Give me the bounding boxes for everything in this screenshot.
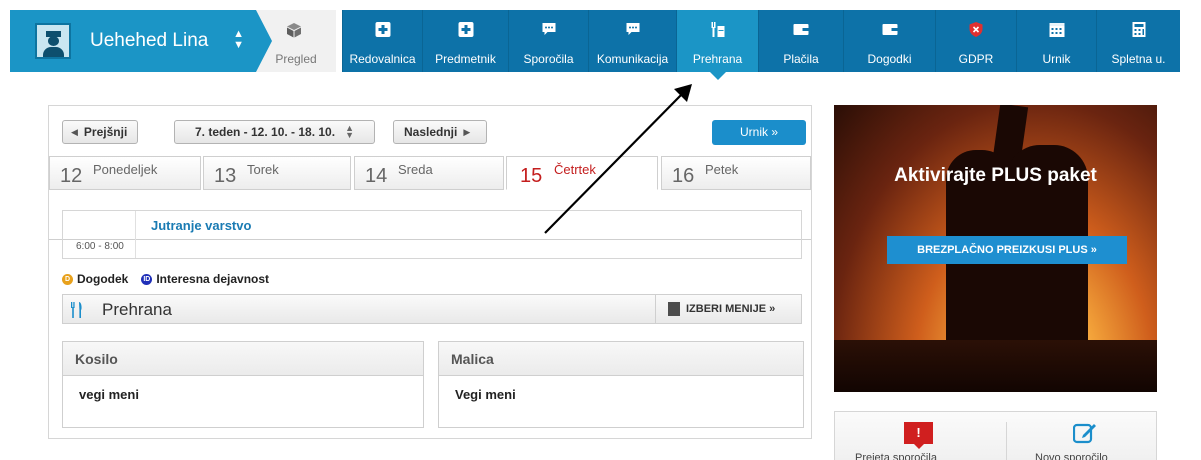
dogodek-badge-icon: D <box>62 273 73 285</box>
legend: D Dogodek ID Interesna dejavnost <box>62 272 269 286</box>
fork-knife-icon <box>71 302 82 318</box>
tab-monday[interactable]: 12 Ponedeljek <box>49 156 201 190</box>
nav-label: Komunikacija <box>596 52 669 66</box>
day-name: Ponedeljek <box>93 162 158 177</box>
prehrana-title: Prehrana <box>102 300 172 319</box>
nav-item-redovalnica[interactable]: Redovalnica <box>342 10 422 72</box>
calendar-icon <box>1049 23 1064 37</box>
nav-label: Sporočila <box>523 52 574 66</box>
nav-label: Spletna u. <box>1111 52 1166 66</box>
day-number: 13 <box>214 165 237 187</box>
legend-interesna: Interesna dejavnost <box>156 272 270 286</box>
plus-square-icon <box>375 22 390 37</box>
nav-label: Plačila <box>783 52 819 66</box>
nav-item-spletna-ucilnica[interactable]: Spletna u. <box>1096 10 1180 72</box>
day-name: Petek <box>705 162 739 177</box>
ad-title: Aktivirajte PLUS paket <box>894 165 1097 186</box>
tab-wednesday[interactable]: 14 Sreda <box>354 156 504 190</box>
tab-tuesday[interactable]: 13 Torek <box>203 156 351 190</box>
main-nav: Redovalnica Predmetnik Sporočila Komunik… <box>342 10 1180 80</box>
student-avatar-icon <box>35 23 71 59</box>
plus-ad-banner[interactable]: Aktivirajte PLUS paket BREZPLAČNO PREIZK… <box>834 105 1157 392</box>
meal-value: vegi meni <box>79 387 139 402</box>
nav-item-predmetnik[interactable]: Predmetnik <box>422 10 508 72</box>
day-tabs: 12 Ponedeljek 13 Torek 14 Sreda 15 Četrt… <box>49 156 811 240</box>
nav-label: GDPR <box>958 52 994 66</box>
nav-label: Predmetnik <box>435 52 496 66</box>
plus-square-icon <box>458 22 473 37</box>
nav-label: Dogodki <box>867 52 912 66</box>
chat-bubble-icon <box>626 23 639 35</box>
day-number: 15 <box>520 165 543 187</box>
tab-thursday[interactable]: 15 Četrtek <box>506 156 658 190</box>
quick-actions: ! Prejeta sporočila Novo sporočilo <box>834 411 1157 460</box>
try-plus-button[interactable]: BREZPLAČNO PREIZKUSI PLUS » <box>887 236 1127 264</box>
cube-icon <box>287 23 301 38</box>
nav-label: Prehrana <box>692 52 743 66</box>
edit-icon[interactable] <box>1073 422 1097 444</box>
received-messages-icon[interactable]: ! <box>904 422 933 449</box>
prehrana-header: Prehrana IZBERI MENIJE » <box>62 294 802 324</box>
nav-item-placila[interactable]: Plačila <box>758 10 843 72</box>
wallet-icon <box>882 24 897 35</box>
caret-right-icon: ▶ <box>463 126 471 137</box>
ad-ground <box>834 340 1157 392</box>
event-time-column: 6:00 - 8:00 <box>63 211 136 258</box>
calculator-icon <box>1132 22 1145 37</box>
divider <box>1006 422 1007 460</box>
meal-value: Vegi meni <box>455 387 516 402</box>
event-time: 6:00 - 8:00 <box>76 241 124 252</box>
active-caret <box>709 72 726 80</box>
food-icon <box>711 22 724 37</box>
urnik-button[interactable]: Urnik » <box>712 120 806 145</box>
choose-menu-label: IZBERI MENIJE » <box>686 303 776 315</box>
menu-book-icon <box>668 302 680 316</box>
nav-label: Pregled <box>275 52 317 66</box>
day-number: 16 <box>672 165 695 187</box>
meal-header: Kosilo <box>63 342 423 376</box>
day-schedule-panel: ◀ Prejšnji 7. teden - 12. 10. - 18. 10. … <box>48 105 812 439</box>
user-name: Uehehed Lina <box>90 30 209 51</box>
nav-label: Urnik <box>1042 52 1071 66</box>
wallet-icon <box>793 24 809 35</box>
nav-item-pregled[interactable]: Pregled <box>256 10 336 72</box>
nav-item-komunikacija[interactable]: Komunikacija <box>588 10 676 72</box>
switch-user-icon[interactable]: ▲ ▼ <box>233 29 244 51</box>
meal-header: Malica <box>439 342 803 376</box>
top-navigation: Uehehed Lina ▲ ▼ Pregled Redovalnica Pred… <box>0 0 1201 80</box>
event-title[interactable]: Jutranje varstvo <box>151 218 251 233</box>
meal-card-kosilo: Kosilo vegi meni <box>62 341 424 428</box>
interesna-badge-icon: ID <box>141 273 153 285</box>
received-messages-label[interactable]: Prejeta sporočila <box>855 452 937 460</box>
meal-card-malica: Malica Vegi meni <box>438 341 804 428</box>
schedule-event[interactable]: 6:00 - 8:00 Jutranje varstvo <box>62 210 802 259</box>
day-number: 12 <box>60 165 83 187</box>
next-label: Naslednji <box>404 125 458 139</box>
nav-item-dogodki[interactable]: Dogodki <box>843 10 935 72</box>
nav-item-gdpr[interactable]: GDPR <box>935 10 1016 72</box>
previous-label: Prejšnji <box>83 125 128 139</box>
day-name: Sreda <box>398 162 433 177</box>
tab-friday[interactable]: 16 Petek <box>661 156 811 190</box>
new-message-label[interactable]: Novo sporočilo <box>1035 452 1108 460</box>
week-select[interactable]: 7. teden - 12. 10. - 18. 10. ▲ ▼ <box>174 120 375 144</box>
nav-item-prehrana[interactable]: Prehrana <box>676 10 758 80</box>
caret-left-icon: ◀ <box>71 126 78 137</box>
week-label: 7. teden - 12. 10. - 18. 10. <box>195 125 336 139</box>
nav-item-urnik[interactable]: Urnik <box>1016 10 1096 72</box>
previous-week-button[interactable]: ◀ Prejšnji <box>62 120 138 144</box>
day-name: Četrtek <box>554 162 596 177</box>
day-number: 14 <box>365 165 388 187</box>
shield-icon <box>969 22 983 37</box>
choose-menu-button[interactable]: IZBERI MENIJE » <box>655 295 801 323</box>
legend-dogodek: Dogodek <box>77 272 129 286</box>
nav-label: Redovalnica <box>349 52 416 66</box>
updown-icon: ▲ ▼ <box>345 123 354 140</box>
chat-bubble-icon <box>542 23 555 35</box>
nav-item-sporocila[interactable]: Sporočila <box>508 10 588 72</box>
day-name: Torek <box>247 162 279 177</box>
user-switcher[interactable]: Uehehed Lina ▲ ▼ <box>10 10 272 72</box>
next-week-button[interactable]: Naslednji ▶ <box>393 120 487 144</box>
